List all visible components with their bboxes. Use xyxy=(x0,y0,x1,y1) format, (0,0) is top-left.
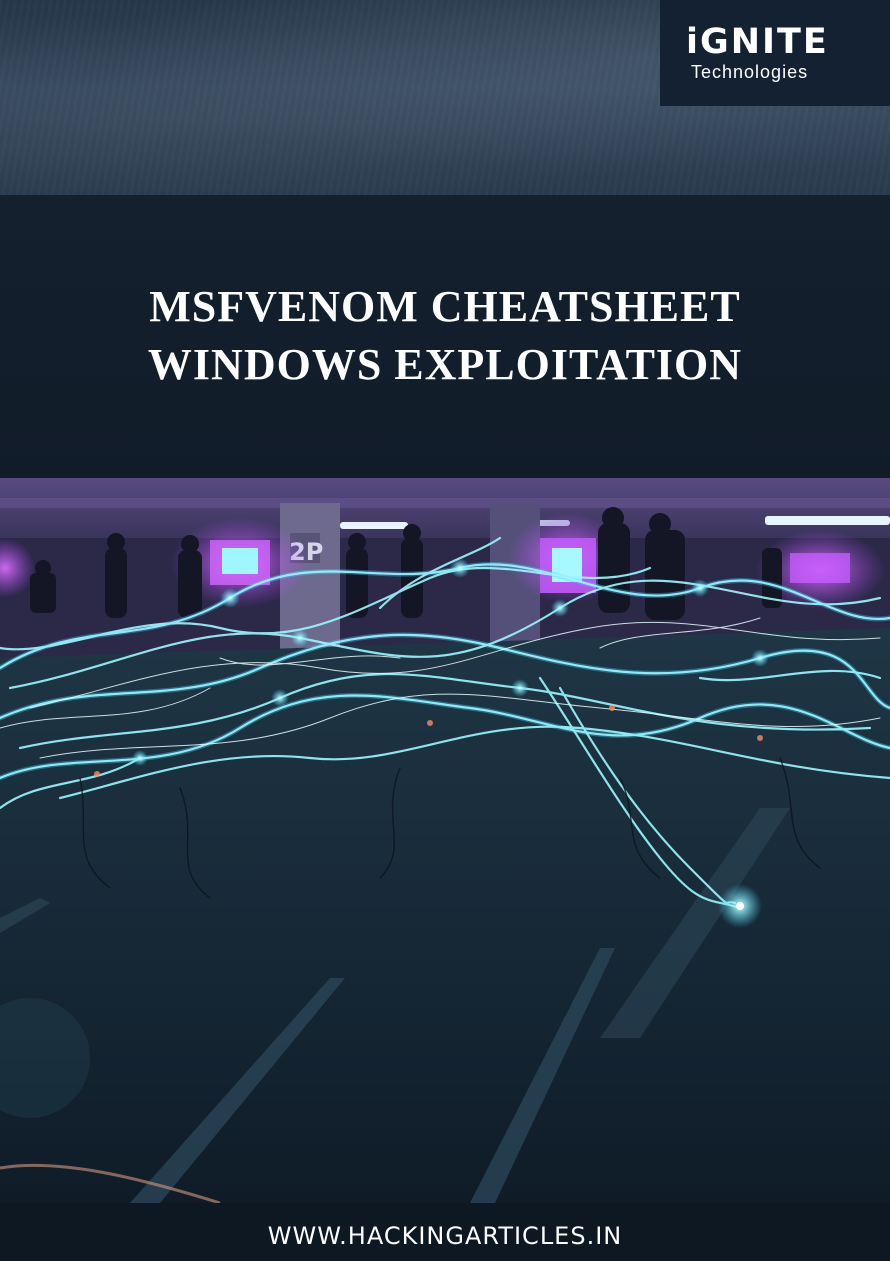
fiber-optic-garage-illustration: 2P xyxy=(0,478,890,1203)
ceiling-light xyxy=(765,516,890,525)
cover-title-line-2: WINDOWS EXPLOITATION xyxy=(147,340,743,389)
cover-photo: 2P xyxy=(0,478,890,1203)
company-logo: iGNITE xyxy=(686,22,829,62)
ceiling-light xyxy=(340,522,408,529)
cover-page: iGNITE Technologies MSFVENOM CHEATSHEET … xyxy=(0,0,890,1261)
company-tagline: Technologies xyxy=(691,62,809,82)
cover-title-line-1: MSFVENOM CHEATSHEET xyxy=(149,282,741,331)
title-band xyxy=(0,195,890,478)
website-url: WWW.HACKINGARTICLES.IN xyxy=(267,1222,623,1250)
